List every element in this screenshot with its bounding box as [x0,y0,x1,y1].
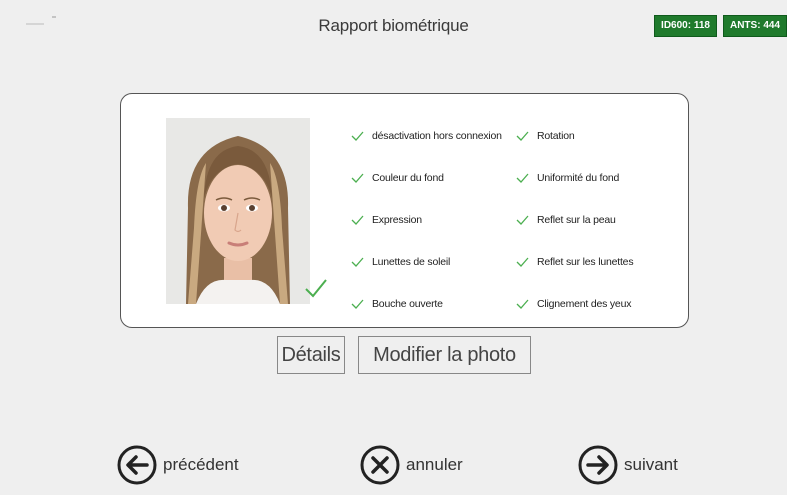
check-item: Lunettes de soleil [351,241,516,283]
check-item: Bouche ouverte [351,283,516,325]
check-label: Uniformité du fond [537,172,620,184]
arrow-left-circle-icon [117,445,157,485]
check-item: Uniformité du fond [516,157,676,199]
cancel-label: annuler [406,455,463,474]
check-label: Reflet sur les lunettes [537,256,634,268]
check-label: Expression [372,214,422,226]
check-item: désactivation hors connexion [351,115,516,157]
check-label: Rotation [537,130,575,142]
checkmark-icon [351,257,364,267]
status-badges: ID600: 118 ANTS: 444 [654,15,787,37]
check-list: désactivation hors connexion Rotation Co… [351,115,676,325]
check-label: désactivation hors connexion [372,130,502,142]
check-label: Lunettes de soleil [372,256,451,268]
previous-button[interactable]: précédent [117,445,239,485]
checkmark-icon [516,173,529,183]
checkmark-icon [351,173,364,183]
previous-label: précédent [163,455,239,474]
check-label: Couleur du fond [372,172,444,184]
checkmark-icon [516,131,529,141]
check-item: Rotation [516,115,676,157]
ants-badge: ANTS: 444 [722,15,787,37]
checkmark-icon [516,299,529,309]
checkmark-icon [516,257,529,267]
check-label: Clignement des yeux [537,298,632,310]
check-item: Clignement des yeux [516,283,676,325]
portrait-photo [166,118,310,304]
id600-badge: ID600: 118 [654,15,717,37]
modify-photo-button[interactable]: Modifier la photo [358,336,531,374]
x-circle-icon [360,445,400,485]
check-item: Expression [351,199,516,241]
check-label: Reflet sur la peau [537,214,616,226]
check-label: Bouche ouverte [372,298,443,310]
check-item: Reflet sur la peau [516,199,676,241]
check-item: Reflet sur les lunettes [516,241,676,283]
details-button[interactable]: Détails [277,336,345,374]
next-label: suivant [624,455,678,474]
biometric-report-card: désactivation hors connexion Rotation Co… [120,93,689,328]
cancel-button[interactable]: annuler [360,445,463,485]
arrow-right-circle-icon [578,445,618,485]
photo-validated-check-icon [305,279,327,298]
checkmark-icon [351,131,364,141]
checkmark-icon [351,299,364,309]
checkmark-icon [351,215,364,225]
checkmark-icon [516,215,529,225]
check-item: Couleur du fond [351,157,516,199]
next-button[interactable]: suivant [578,445,678,485]
